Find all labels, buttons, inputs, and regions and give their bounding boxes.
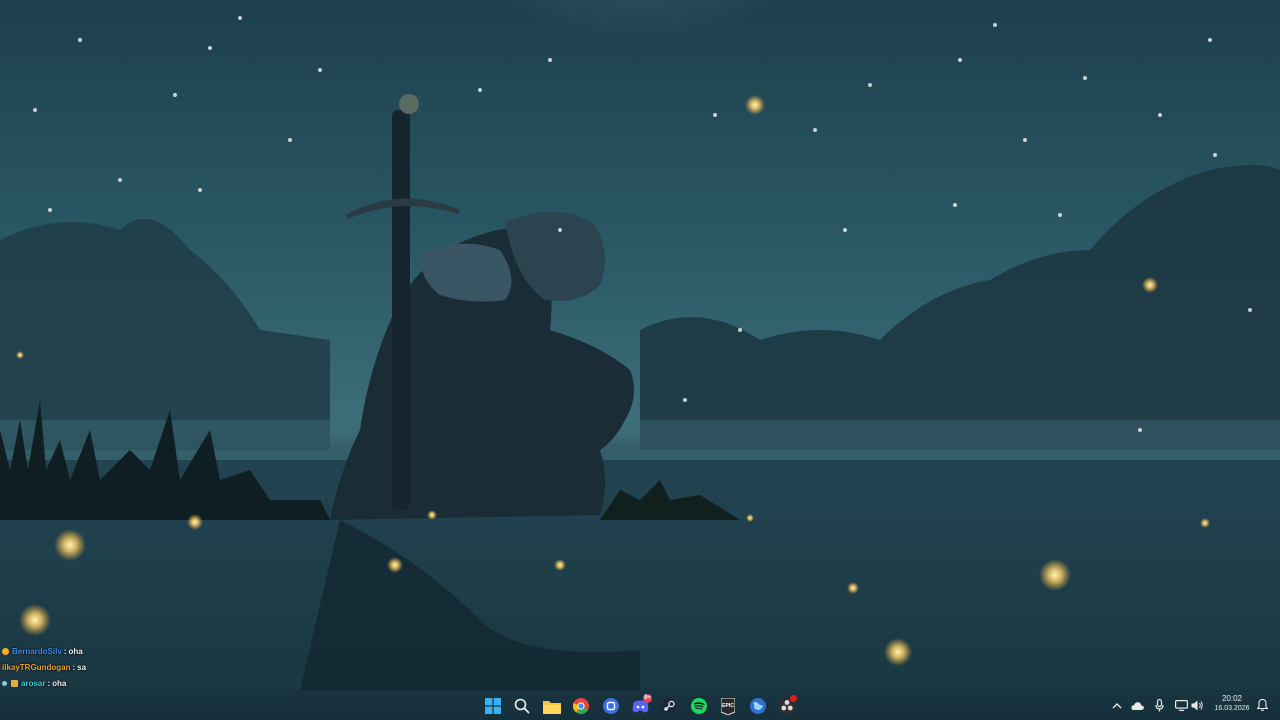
search-icon[interactable] xyxy=(510,694,534,718)
discord-icon[interactable]: 9+ xyxy=(628,694,652,718)
chat-username: ilkayTRGundogan xyxy=(2,662,71,672)
badge-icon xyxy=(2,647,9,655)
epic-games-icon[interactable]: EPIC xyxy=(716,694,740,718)
chat-message: ilkayTRGundogan : sa xyxy=(2,659,302,675)
app-blue-icon[interactable] xyxy=(599,694,623,718)
steam-icon[interactable] xyxy=(657,694,681,718)
microphone-icon[interactable] xyxy=(1152,698,1166,712)
clock-date: 16.03.2026 xyxy=(1214,705,1250,712)
obs-icon[interactable] xyxy=(775,694,799,718)
chat-text: oha xyxy=(68,646,83,656)
cloud-icon[interactable] xyxy=(1130,698,1144,712)
spotify-icon[interactable] xyxy=(687,694,711,718)
file-explorer-icon[interactable] xyxy=(540,694,564,718)
chrome-icon[interactable] xyxy=(569,694,593,718)
chat-separator: : xyxy=(63,646,67,656)
chat-separator: : xyxy=(47,678,51,688)
windows-start-icon[interactable] xyxy=(481,694,505,718)
network-icon[interactable] xyxy=(1174,698,1188,712)
chat-message: BernardoSilv : oha xyxy=(2,643,302,659)
clock-time: 20:02 xyxy=(1221,694,1243,703)
chat-text: sa xyxy=(77,662,87,672)
svg-text:EPIC: EPIC xyxy=(722,703,734,709)
dot-badge-icon xyxy=(2,680,7,686)
app-globe-icon[interactable] xyxy=(746,694,770,718)
chat-separator: : xyxy=(72,662,76,672)
stream-chat-overlay: BernardoSilv : oha ilkayTRGundogan : sa … xyxy=(2,643,302,691)
notification-icon[interactable] xyxy=(1255,698,1269,712)
chat-username: arosar xyxy=(21,678,46,688)
chat-username: BernardoSilv xyxy=(12,646,62,656)
system-clock[interactable]: 20:02 16.03.2026 xyxy=(1211,694,1253,714)
chat-text: oha xyxy=(52,678,67,688)
notification-badge: 9+ xyxy=(643,694,652,703)
subscriber-badge-icon xyxy=(11,679,18,687)
desktop-wallpaper xyxy=(0,0,1280,720)
chevron-up-icon[interactable] xyxy=(1110,698,1124,712)
volume-icon[interactable] xyxy=(1190,698,1204,712)
recording-indicator xyxy=(790,695,797,702)
chat-message: arosar : oha xyxy=(2,675,302,691)
taskbar: 9+ EPIC xyxy=(0,692,1280,720)
